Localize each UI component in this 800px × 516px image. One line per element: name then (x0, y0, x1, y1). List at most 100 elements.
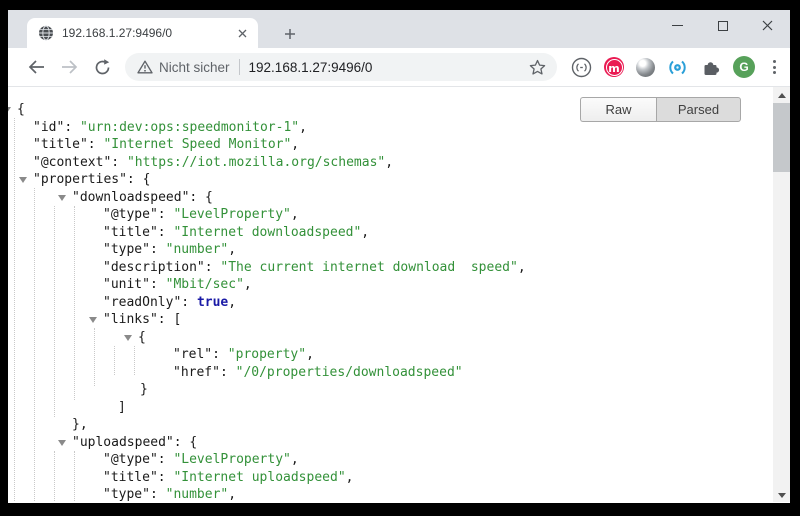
parsed-button[interactable]: Parsed (656, 97, 741, 122)
omnibox-separator (239, 59, 240, 75)
extensions-area: m G (571, 48, 782, 86)
back-button[interactable] (22, 53, 50, 81)
json-token-punc: : (150, 242, 166, 257)
json-line: "type": "number", (8, 241, 773, 259)
browser-tab[interactable]: 192.168.1.27:9496/0 (27, 18, 258, 48)
json-token-key: "type" (103, 242, 150, 257)
collapse-toggle-icon[interactable] (58, 440, 66, 446)
tab-strip: 192.168.1.27:9496/0 (8, 10, 790, 48)
m-badge-letter: m (608, 63, 619, 74)
json-token-punc: : (158, 207, 174, 222)
json-token-punc: , (228, 295, 236, 310)
json-token-key: "@type" (103, 207, 158, 222)
collapse-toggle-icon[interactable] (8, 107, 11, 113)
extension-blue-broadcast-icon[interactable] (667, 57, 688, 78)
json-token-punc: : (158, 225, 174, 240)
json-line: "links": [ (8, 311, 773, 329)
minimize-button[interactable] (655, 10, 700, 41)
json-token-punc: , (291, 137, 299, 152)
bookmark-star-icon[interactable] (527, 57, 547, 77)
json-token-str: "urn:dev:ops:speedmonitor-1" (80, 120, 299, 135)
json-token-str: "/0/properties/downloadspeed" (236, 365, 463, 380)
screenshot-frame: 192.168.1.27:9496/0 (0, 0, 800, 516)
vertical-scrollbar[interactable] (773, 87, 790, 502)
collapse-toggle-icon[interactable] (19, 177, 27, 183)
json-token-punc: : (181, 295, 197, 310)
window-controls (655, 10, 790, 41)
json-token-key: "properties" (33, 172, 127, 187)
json-line: } (8, 381, 773, 399)
json-token-punc: , (228, 487, 236, 502)
json-token-key: "downloadspeed" (72, 190, 189, 205)
reload-button[interactable] (88, 53, 116, 81)
json-line: "unit": "Mbit/sec", (8, 276, 773, 294)
profile-avatar[interactable]: G (733, 56, 755, 78)
json-token-str: "Internet uploadspeed" (173, 470, 345, 485)
scroll-up-icon[interactable] (773, 87, 790, 103)
json-token-str: "https://iot.mozilla.org/schemas" (127, 155, 385, 170)
json-line: }, (8, 416, 773, 434)
page-content: Raw Parsed {"id": "urn:dev:ops:speedmoni… (8, 86, 790, 502)
extension-sphere-icon[interactable] (636, 58, 655, 77)
json-line: ] (8, 399, 773, 417)
json-token-str: "LevelProperty" (173, 207, 290, 222)
tab-close-icon[interactable] (234, 25, 250, 41)
raw-button[interactable]: Raw (580, 97, 656, 122)
json-token-key: "title" (33, 137, 88, 152)
json-token-punc: , (228, 242, 236, 257)
new-tab-button[interactable] (278, 22, 302, 46)
json-token-bool: true (197, 295, 228, 310)
browser-menu-icon[interactable] (767, 60, 782, 74)
json-token-punc: , (299, 120, 307, 135)
json-token-punc: ] (118, 400, 126, 415)
json-token-key: "type" (103, 487, 150, 502)
json-token-punc: { (17, 102, 25, 117)
json-line: "@type": "LevelProperty", (8, 451, 773, 469)
browser-toolbar: Nicht sicher 192.168.1.27:9496/0 m (8, 48, 790, 86)
globe-favicon-icon (38, 25, 54, 41)
json-token-str: "LevelProperty" (173, 452, 290, 467)
json-token-key: "rel" (173, 347, 212, 362)
not-secure-warning-icon[interactable] (137, 60, 153, 74)
maximize-button[interactable] (700, 10, 745, 41)
json-token-punc: , (346, 470, 354, 485)
address-bar[interactable]: Nicht sicher 192.168.1.27:9496/0 (125, 53, 557, 81)
json-token-str: "property" (228, 347, 306, 362)
json-token-key: "href" (173, 365, 220, 380)
extensions-puzzle-icon[interactable] (700, 57, 721, 78)
json-tree: {"id": "urn:dev:ops:speedmonitor-1","tit… (8, 87, 773, 502)
scroll-down-icon[interactable] (773, 487, 790, 502)
url-text[interactable]: 192.168.1.27:9496/0 (249, 60, 527, 75)
json-line: "description": "The current internet dow… (8, 259, 773, 277)
collapse-toggle-icon[interactable] (124, 335, 132, 341)
forward-button[interactable] (55, 53, 83, 81)
extension-circle-icon[interactable] (571, 57, 592, 78)
json-token-key: "title" (103, 470, 158, 485)
json-token-punc: , (291, 207, 299, 222)
json-token-key: "readOnly" (103, 295, 181, 310)
scrollbar-thumb[interactable] (773, 103, 790, 172)
json-token-punc: : { (174, 435, 197, 450)
json-token-punc: : (150, 277, 166, 292)
json-token-str: "Internet Speed Monitor" (103, 137, 291, 152)
json-token-str: "Mbit/sec" (166, 277, 244, 292)
json-token-punc: : (88, 137, 104, 152)
json-line: "href": "/0/properties/downloadspeed" (8, 364, 773, 382)
json-token-punc: , (306, 347, 314, 362)
json-token-key: "description" (103, 260, 205, 275)
collapse-toggle-icon[interactable] (58, 195, 66, 201)
json-line: "properties": { (8, 171, 773, 189)
json-token-str: "Internet downloadspeed" (173, 225, 361, 240)
json-line: "title": "Internet uploadspeed", (8, 469, 773, 487)
json-token-punc: : (212, 347, 228, 362)
json-token-punc: : (64, 120, 80, 135)
json-token-punc: : { (189, 190, 212, 205)
extension-m-badge-icon[interactable]: m (604, 57, 624, 77)
json-token-key: "@type" (103, 452, 158, 467)
close-window-button[interactable] (745, 10, 790, 41)
json-line: "title": "Internet downloadspeed", (8, 224, 773, 242)
json-token-punc: : (150, 487, 166, 502)
json-line: "@context": "https://iot.mozilla.org/sch… (8, 154, 773, 172)
collapse-toggle-icon[interactable] (89, 317, 97, 323)
json-token-punc: { (138, 330, 146, 345)
